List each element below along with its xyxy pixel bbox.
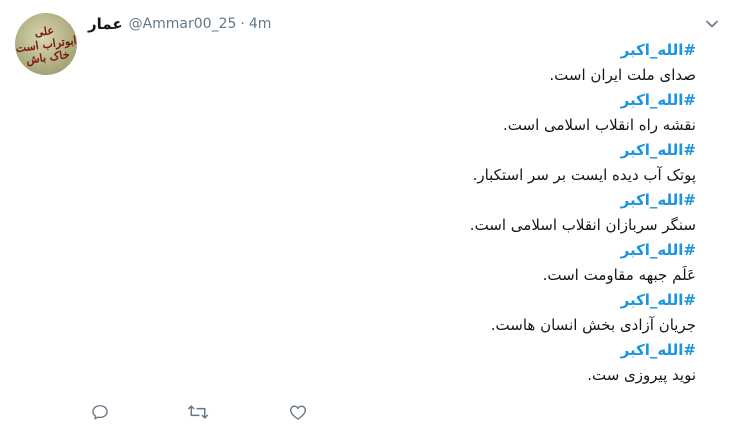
- tweet-line: صدای ملت ایران است.: [549, 66, 696, 84]
- hashtag-link[interactable]: #الله_اکبر: [96, 338, 696, 363]
- chevron-down-icon[interactable]: [705, 16, 719, 30]
- tweet-header: عمار @Ammar00_25 · 4m: [88, 14, 271, 34]
- hashtag-link[interactable]: #الله_اکبر: [96, 288, 696, 313]
- retweet-button[interactable]: [186, 402, 210, 426]
- reply-button[interactable]: [88, 402, 112, 426]
- tweet-actions: [88, 402, 310, 426]
- reply-icon: [90, 402, 110, 426]
- tweet-line: عَلَم جبهه مقاومت است.: [542, 266, 696, 284]
- tweet-timestamp[interactable]: 4m: [249, 16, 272, 32]
- tweet-line: سنگر سربازان انقلاب اسلامی است.: [469, 216, 696, 234]
- hashtag-link[interactable]: #الله_اکبر: [96, 88, 696, 113]
- hashtag-link[interactable]: #الله_اکبر: [96, 38, 696, 63]
- hashtag-link[interactable]: #الله_اکبر: [96, 138, 696, 163]
- like-button[interactable]: [286, 402, 310, 426]
- tweet-line: نوید پیروزی ست.: [587, 366, 696, 384]
- tweet-line: جریان آزادی بخش انسان هاست.: [490, 316, 696, 334]
- avatar[interactable]: علی ابوتراب است خاک باش: [15, 13, 77, 75]
- avatar-image-text: علی ابوتراب است خاک باش: [15, 13, 77, 75]
- retweet-icon: [187, 402, 209, 426]
- tweet-text: #الله_اکبر صدای ملت ایران است. #الله_اکب…: [96, 38, 696, 388]
- tweet-line: نقشه راه انقلاب اسلامی است.: [503, 116, 696, 134]
- author-display-name[interactable]: عمار: [88, 15, 123, 33]
- hashtag-link[interactable]: #الله_اکبر: [96, 238, 696, 263]
- tweet-line: پوتک آب دیده ایست بر سر استکبار.: [472, 166, 696, 184]
- author-handle[interactable]: @Ammar00_25: [129, 16, 237, 32]
- tweet[interactable]: علی ابوتراب است خاک باش عمار @Ammar00_25…: [0, 0, 733, 433]
- like-icon: [288, 402, 308, 426]
- separator-dot: ·: [240, 16, 245, 32]
- hashtag-link[interactable]: #الله_اکبر: [96, 188, 696, 213]
